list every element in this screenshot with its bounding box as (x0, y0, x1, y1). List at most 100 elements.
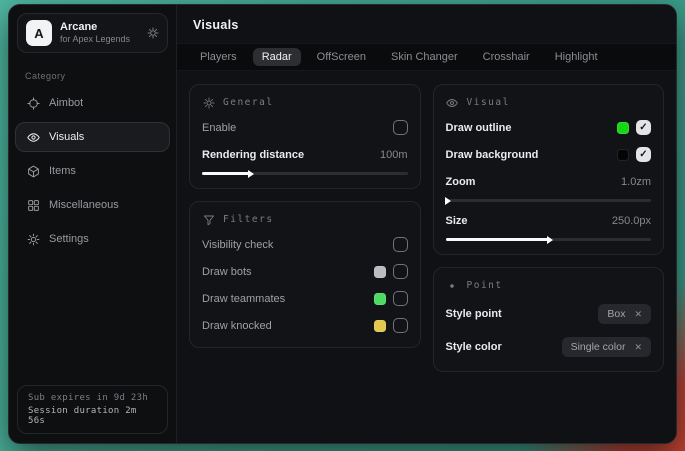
rendering-distance-value: 100m (380, 149, 408, 161)
eye-icon (26, 130, 40, 144)
sidebar-item-settings[interactable]: Settings (15, 224, 170, 254)
point-panel-header: Point (446, 279, 652, 292)
draw-bots-checkbox[interactable] (393, 264, 408, 279)
draw-teammates-checkbox[interactable] (393, 291, 408, 306)
sidebar-item-label: Aimbot (49, 97, 83, 109)
slider-thumb[interactable] (547, 236, 553, 244)
dot-icon (446, 279, 459, 292)
eye-icon (446, 96, 459, 109)
zoom-row: Zoom 1.0zm (446, 173, 652, 190)
tab-bar: Players Radar OffScreen Skin Changer Cro… (177, 43, 676, 71)
sidebar-nav: Aimbot Visuals Items (9, 88, 176, 258)
subscription-info-card: Sub expires in 9d 23h Session duration 2… (17, 385, 168, 434)
visibility-check-label: Visibility check (202, 239, 273, 251)
slider-thumb[interactable] (445, 197, 451, 205)
draw-bots-row: Draw bots (202, 263, 408, 280)
main-area: Visuals Players Radar OffScreen Skin Cha… (177, 5, 676, 443)
app-window: A Arcane for Apex Legends Category Aimbo… (8, 4, 677, 444)
point-panel: Point Style point Box ✕ Style color (433, 267, 665, 372)
style-color-row: Style color Single color ✕ (446, 336, 652, 358)
sidebar-item-label: Visuals (49, 131, 84, 143)
enable-checkbox[interactable] (393, 120, 408, 135)
draw-knocked-row: Draw knocked (202, 317, 408, 334)
draw-outline-row: Draw outline ✓ (446, 119, 652, 136)
app-name: Arcane (60, 21, 130, 35)
general-panel-header: General (202, 96, 408, 109)
visual-panel: Visual Draw outline ✓ Draw background (433, 84, 665, 255)
gear-icon (202, 96, 215, 109)
draw-teammates-row: Draw teammates (202, 290, 408, 307)
panel-title: Point (467, 280, 503, 291)
cube-icon (26, 164, 40, 178)
panel-title: General (223, 97, 274, 108)
slider-thumb[interactable] (248, 170, 254, 178)
close-icon[interactable]: ✕ (634, 309, 642, 320)
size-slider[interactable] (446, 238, 652, 241)
visual-panel-header: Visual (446, 96, 652, 109)
draw-outline-label: Draw outline (446, 122, 512, 134)
page-title: Visuals (193, 18, 660, 32)
style-point-value: Box (607, 308, 625, 320)
draw-background-label: Draw background (446, 149, 539, 161)
crosshair-icon (26, 96, 40, 110)
sidebar-item-label: Miscellaneous (49, 199, 119, 211)
style-color-label: Style color (446, 341, 502, 353)
app-tagline: for Apex Legends (60, 34, 130, 45)
tab-crosshair[interactable]: Crosshair (474, 48, 539, 66)
style-color-select[interactable]: Single color ✕ (562, 337, 651, 357)
zoom-value: 1.0zm (621, 176, 651, 188)
filters-panel: Filters Visibility check Draw bots (189, 201, 421, 348)
sidebar-item-label: Settings (49, 233, 89, 245)
grid-icon (26, 198, 40, 212)
style-point-row: Style point Box ✕ (446, 303, 652, 325)
sidebar-item-label: Items (49, 165, 76, 177)
close-icon[interactable]: ✕ (634, 342, 642, 353)
draw-knocked-label: Draw knocked (202, 320, 272, 332)
zoom-label: Zoom (446, 176, 476, 188)
draw-outline-checkbox[interactable]: ✓ (636, 120, 651, 135)
category-label: Category (9, 61, 176, 88)
gear-icon (26, 232, 40, 246)
tab-skin-changer[interactable]: Skin Changer (382, 48, 467, 66)
general-panel: General Enable Rendering distance 100m (189, 84, 421, 189)
sidebar-item-miscellaneous[interactable]: Miscellaneous (15, 190, 170, 220)
draw-teammates-label: Draw teammates (202, 293, 285, 305)
tab-offscreen[interactable]: OffScreen (308, 48, 375, 66)
sidebar: A Arcane for Apex Legends Category Aimbo… (9, 5, 177, 443)
app-titles: Arcane for Apex Legends (60, 21, 130, 46)
draw-knocked-checkbox[interactable] (393, 318, 408, 333)
draw-bots-label: Draw bots (202, 266, 252, 278)
funnel-icon (202, 213, 215, 226)
app-logo: A (26, 20, 52, 46)
sidebar-item-items[interactable]: Items (15, 156, 170, 186)
zoom-slider[interactable] (446, 199, 652, 202)
draw-teammates-color-swatch[interactable] (374, 293, 386, 305)
size-label: Size (446, 215, 468, 227)
sub-expires-text: Sub expires in 9d 23h (28, 393, 157, 403)
tab-radar[interactable]: Radar (253, 48, 301, 66)
panel-title: Visual (467, 97, 510, 108)
settings-gear-icon[interactable] (147, 27, 159, 39)
tab-players[interactable]: Players (191, 48, 246, 66)
rendering-distance-slider[interactable] (202, 172, 408, 175)
filters-panel-header: Filters (202, 213, 408, 226)
draw-outline-color-swatch[interactable] (617, 122, 629, 134)
session-duration-text: Session duration 2m 56s (28, 406, 157, 426)
size-row: Size 250.0px (446, 212, 652, 229)
main-header: Visuals (177, 5, 676, 43)
visibility-check-row: Visibility check (202, 236, 408, 253)
tab-highlight[interactable]: Highlight (546, 48, 607, 66)
visibility-check-checkbox[interactable] (393, 237, 408, 252)
draw-knocked-color-swatch[interactable] (374, 320, 386, 332)
sidebar-item-visuals[interactable]: Visuals (15, 122, 170, 152)
size-value: 250.0px (612, 215, 651, 227)
draw-background-color-swatch[interactable] (617, 149, 629, 161)
app-header-card: A Arcane for Apex Legends (17, 13, 168, 53)
rendering-distance-label: Rendering distance (202, 149, 304, 161)
draw-background-checkbox[interactable]: ✓ (636, 147, 651, 162)
left-column: General Enable Rendering distance 100m (189, 84, 421, 348)
style-point-select[interactable]: Box ✕ (598, 304, 651, 324)
content-area: General Enable Rendering distance 100m (177, 71, 676, 443)
sidebar-item-aimbot[interactable]: Aimbot (15, 88, 170, 118)
draw-bots-color-swatch[interactable] (374, 266, 386, 278)
